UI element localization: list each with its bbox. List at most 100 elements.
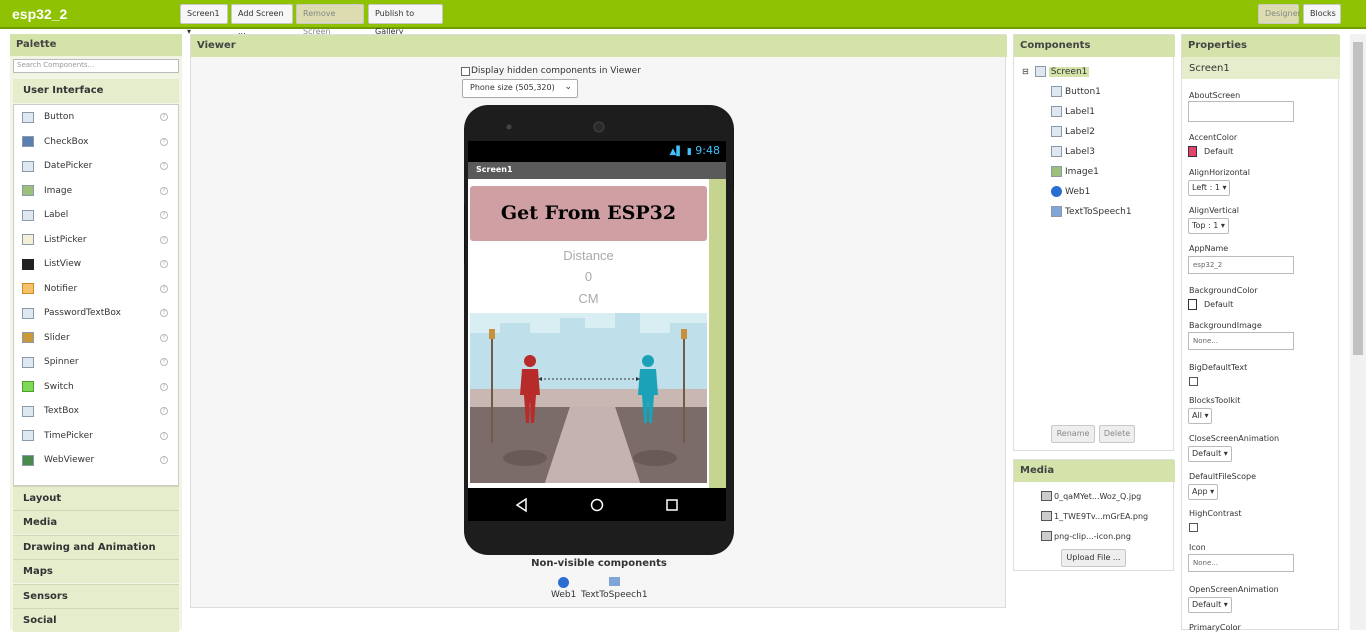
background-color-picker[interactable]: Default [1188, 299, 1233, 310]
button-icon [22, 111, 34, 123]
speech-bubble-icon [1051, 206, 1062, 217]
palette-item-datepicker[interactable]: DatePicker? [14, 154, 178, 179]
upload-file-button[interactable]: Upload File ... [1061, 549, 1126, 567]
help-icon[interactable]: ? [160, 211, 168, 220]
get-from-esp32-button[interactable]: Get From ESP32 [470, 186, 707, 241]
help-icon[interactable]: ? [160, 382, 168, 391]
help-icon[interactable]: ? [160, 162, 168, 171]
help-icon[interactable]: ? [160, 235, 168, 244]
palette-item-notifier[interactable]: Notifier? [14, 277, 178, 302]
label-icon [22, 209, 34, 221]
label-icon [1051, 146, 1062, 157]
default-file-scope-select[interactable]: App ▾ [1188, 484, 1219, 500]
tree-item-web1[interactable]: Web1 [1051, 186, 1090, 197]
nonvisible-texttospeech1[interactable]: TextToSpeech1 [581, 577, 648, 600]
help-icon[interactable]: ? [160, 333, 168, 342]
media-panel: Media 0_qaMYet...Woz_Q.jpg 1_TWE9Tv...mG… [1013, 459, 1175, 571]
help-icon[interactable]: ? [160, 456, 168, 465]
category-social[interactable]: Social [13, 608, 179, 632]
wifi-signal-icon: ▲▌ [669, 147, 684, 157]
category-sensors[interactable]: Sensors [13, 584, 179, 608]
palette-item-webviewer[interactable]: WebViewer? [14, 448, 178, 473]
nonvisible-web1[interactable]: Web1 [551, 577, 576, 600]
media-file[interactable]: png-clip...-icon.png [1041, 531, 1131, 541]
palette-item-button[interactable]: Button? [14, 105, 178, 130]
tree-item-label3[interactable]: Label3 [1051, 146, 1095, 157]
tree-item-image1[interactable]: Image1 [1051, 166, 1099, 177]
media-header: Media [1014, 460, 1175, 482]
media-file[interactable]: 1_TWE9Tv...mGrEA.png [1041, 511, 1148, 521]
help-icon[interactable]: ? [160, 309, 168, 318]
palette-search-input[interactable]: Search Components... [13, 59, 179, 73]
high-contrast-checkbox[interactable] [1189, 523, 1198, 532]
rename-button[interactable]: Rename [1051, 425, 1095, 443]
palette-item-timepicker[interactable]: TimePicker? [14, 424, 178, 449]
big-default-text-checkbox[interactable] [1189, 377, 1198, 386]
background-image-input[interactable]: None... [1188, 332, 1294, 350]
about-screen-textarea[interactable] [1188, 101, 1294, 122]
collapse-icon[interactable]: ⊟ [1022, 67, 1029, 76]
align-horizontal-select[interactable]: Left : 1 ▾ [1188, 180, 1231, 196]
tree-item-texttospeech1[interactable]: TextToSpeech1 [1051, 206, 1132, 217]
palette-item-label: Button [44, 112, 75, 123]
image-icon [22, 185, 34, 197]
help-icon[interactable]: ? [160, 260, 168, 269]
category-user-interface[interactable]: User Interface [13, 79, 179, 103]
button-icon [1051, 86, 1062, 97]
blocks-button[interactable]: Blocks [1303, 4, 1341, 24]
recents-icon[interactable] [666, 499, 678, 511]
home-icon[interactable] [590, 498, 604, 512]
palette-item-image[interactable]: Image? [14, 179, 178, 204]
palette-item-passwordtextbox[interactable]: PasswordTextBox? [14, 301, 178, 326]
category-maps[interactable]: Maps [13, 559, 179, 583]
palette-item-slider[interactable]: Slider? [14, 326, 178, 351]
phone-size-select[interactable]: Phone size (505,320) ⌄ [462, 79, 578, 98]
help-icon[interactable]: ? [160, 137, 168, 146]
checkbox[interactable] [461, 66, 470, 76]
help-icon[interactable]: ? [160, 113, 168, 122]
tree-item-label1[interactable]: Label1 [1051, 106, 1095, 117]
screen-select-dropdown[interactable]: Screen1 ▾ [180, 4, 228, 36]
remove-screen-button[interactable]: Remove Screen [296, 4, 364, 36]
image-file-icon [1041, 531, 1052, 541]
delete-button[interactable]: Delete [1099, 425, 1135, 443]
tree-label: Label1 [1065, 106, 1096, 117]
help-icon[interactable]: ? [160, 186, 168, 195]
screen-title-bar: Screen1 [468, 162, 726, 179]
display-hidden-toggle[interactable]: Display hidden components in Viewer [461, 66, 641, 76]
background-image-label: BackgroundImage [1189, 321, 1262, 330]
icon-input[interactable]: None... [1188, 554, 1294, 572]
palette-item-listview[interactable]: ListView? [14, 252, 178, 277]
help-icon[interactable]: ? [160, 431, 168, 440]
palette-item-checkbox[interactable]: CheckBox? [14, 130, 178, 155]
align-vertical-select[interactable]: Top : 1 ▾ [1188, 218, 1229, 234]
tree-item-label2[interactable]: Label2 [1051, 126, 1095, 137]
tree-item-button1[interactable]: Button1 [1051, 86, 1101, 97]
add-screen-button[interactable]: Add Screen ... [231, 4, 293, 36]
palette-item-switch[interactable]: Switch? [14, 375, 178, 400]
palette-item-textbox[interactable]: TextBox? [14, 399, 178, 424]
scrollbar-thumb[interactable] [1353, 42, 1363, 355]
designer-button[interactable]: Designer [1258, 4, 1301, 24]
palette-item-listpicker[interactable]: ListPicker? [14, 228, 178, 253]
page-scrollbar[interactable] [1350, 34, 1366, 630]
accent-color-picker[interactable]: Default [1188, 146, 1233, 157]
help-icon[interactable]: ? [160, 407, 168, 416]
open-animation-select[interactable]: Default ▾ [1188, 597, 1232, 613]
speech-bubble-icon [608, 577, 620, 586]
blocks-toolkit-select[interactable]: All ▾ [1188, 408, 1213, 424]
help-icon[interactable]: ? [160, 358, 168, 367]
tree-root-screen1[interactable]: ⊟ Screen1 [1022, 66, 1090, 77]
palette-item-spinner[interactable]: Spinner? [14, 350, 178, 375]
palette-item-label[interactable]: Label? [14, 203, 178, 228]
category-layout[interactable]: Layout [13, 486, 179, 510]
palette-item-label: DatePicker [44, 161, 93, 172]
media-file[interactable]: 0_qaMYet...Woz_Q.jpg [1041, 491, 1141, 501]
app-name-input[interactable]: esp32_2 [1188, 256, 1294, 274]
help-icon[interactable]: ? [160, 284, 168, 293]
category-media[interactable]: Media [13, 510, 179, 534]
category-drawing-animation[interactable]: Drawing and Animation [13, 535, 179, 559]
close-animation-select[interactable]: Default ▾ [1188, 446, 1232, 462]
back-icon[interactable] [515, 497, 527, 513]
publish-gallery-button[interactable]: Publish to Gallery [368, 4, 443, 36]
